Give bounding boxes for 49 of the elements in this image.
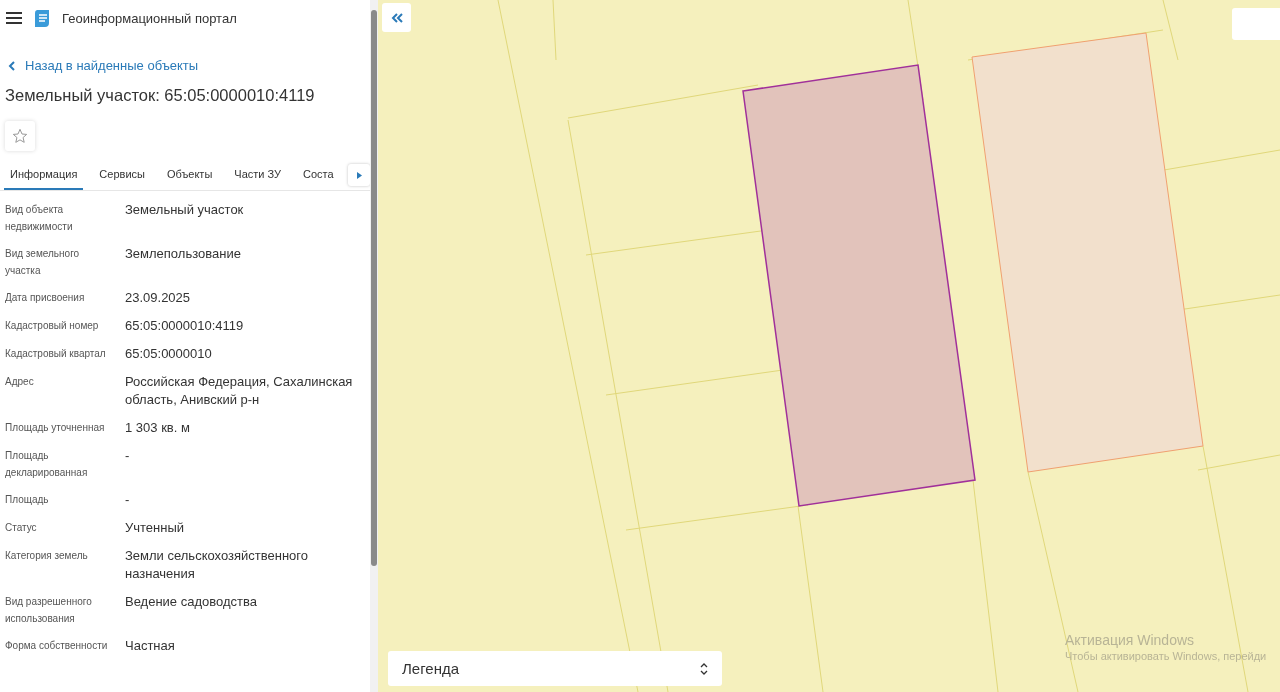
property-label: Площадь	[5, 493, 50, 507]
property-value: Земельный участок	[125, 201, 245, 219]
property-label: Кадастровый номер	[5, 319, 100, 333]
double-chevron-left-icon	[390, 12, 403, 23]
tab[interactable]: Части ЗУ	[228, 160, 287, 190]
activation-text: Чтобы активировать Windows, перейди	[1065, 650, 1267, 662]
property-label: Категория земель	[5, 549, 89, 563]
logo-icon	[34, 9, 50, 27]
tab[interactable]: Информация	[4, 160, 84, 190]
favorite-button[interactable]	[5, 121, 35, 151]
property-label: Дата присвоения	[5, 291, 86, 305]
property-value: -	[125, 447, 131, 465]
property-value: Ведение садоводства	[125, 593, 258, 611]
property-label: Статус	[5, 521, 38, 535]
triangle-right-icon	[356, 171, 362, 179]
property-value: -	[125, 491, 131, 509]
property-label: Адрес	[5, 375, 35, 389]
menu-icon[interactable]	[6, 12, 22, 24]
property-label: Площадь уточненная	[5, 421, 106, 435]
collapse-panel-button[interactable]	[382, 3, 411, 32]
back-link[interactable]: Назад в найденные объекты	[8, 58, 370, 73]
activation-title: Активация Windows	[1065, 632, 1196, 648]
property-value: 65:05:0000010	[125, 345, 213, 363]
tab[interactable]: Сервисы	[93, 160, 151, 190]
tab[interactable]: Соста	[297, 160, 340, 190]
property-value: Учтенный	[125, 519, 186, 537]
up-down-chevron-icon	[700, 661, 708, 676]
tab[interactable]: Объекты	[160, 160, 219, 190]
property-label: Кадастровый квартал	[5, 347, 107, 361]
property-value: Земли сельскохозяйственного назначения	[125, 547, 309, 583]
property-label: Вид земельного участка	[5, 247, 81, 278]
map[interactable]: Легенда Активация Windows Чтобы активировать Windows, перейди	[378, 0, 1280, 692]
chevron-left-icon	[8, 60, 15, 71]
property-label: Вид разрешенного использования	[5, 595, 93, 626]
legend-select[interactable]: Легенда	[388, 651, 722, 686]
star-icon	[12, 128, 28, 144]
property-value: Российская Федерация, Сахалинская область, Анивский р-н	[125, 373, 354, 409]
property-value: Землепользование	[125, 245, 242, 263]
object-title: Земельный участок: 65:05:0000010:4119	[5, 86, 316, 105]
property-label: Вид объекта недвижимости	[5, 203, 74, 234]
property-value: Частная	[125, 637, 176, 655]
portal-title: Геоинформационный портал	[62, 10, 237, 26]
property-value: 1 303 кв. м	[125, 419, 191, 437]
property-value: 23.09.2025	[125, 289, 192, 307]
property-label: Форма собственности	[5, 639, 109, 653]
tabs-scroll-button[interactable]	[348, 164, 370, 186]
property-value: 65:05:0000010:4119	[125, 317, 245, 335]
property-label: Площадь декларированная	[5, 449, 89, 480]
scrollbar[interactable]	[370, 0, 378, 692]
